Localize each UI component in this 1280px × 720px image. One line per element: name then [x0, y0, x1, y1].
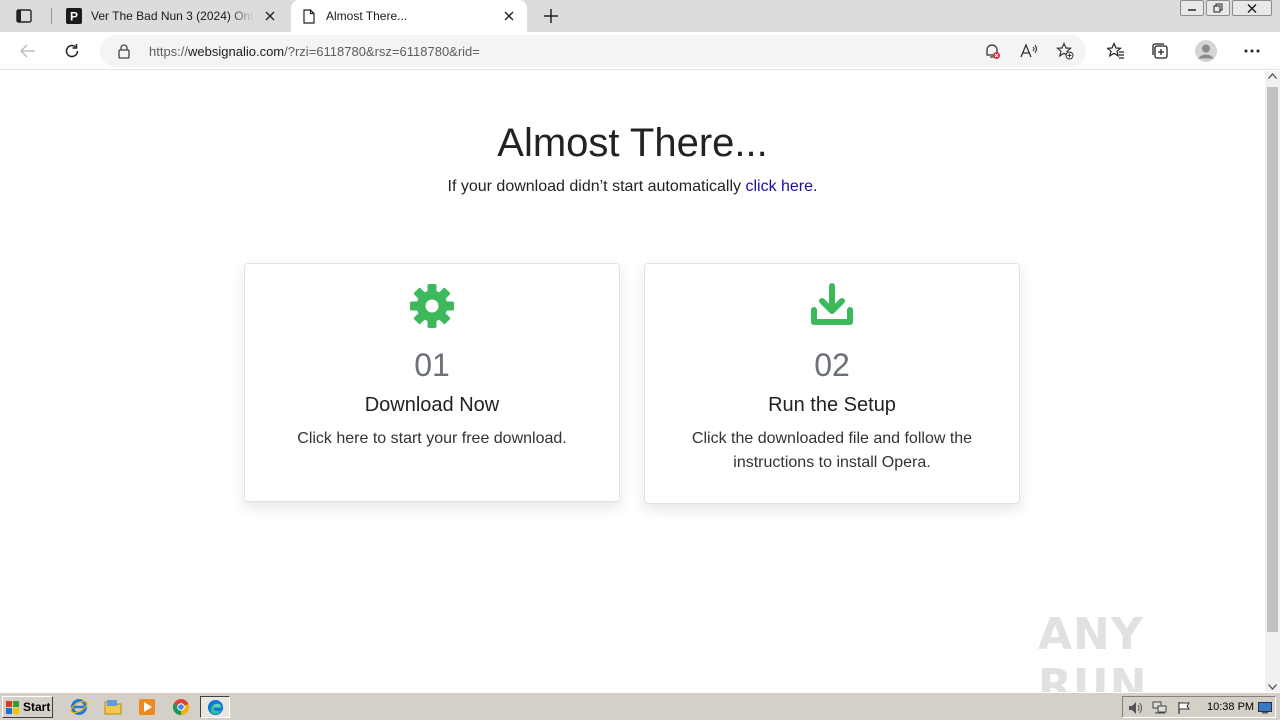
- network-button[interactable]: [1152, 700, 1168, 716]
- favorites-icon: [1107, 42, 1124, 59]
- plus-icon: [544, 9, 558, 23]
- step-title: Run the Setup: [768, 394, 896, 416]
- tab-title: Almost There...: [326, 9, 408, 23]
- read-aloud-icon: [1020, 43, 1038, 58]
- browser-toolbar: https://websignalio.com/?rzi=6118780&rsz…: [0, 32, 1280, 70]
- step-title: Download Now: [364, 394, 500, 416]
- system-tray: 10:38 PM: [1122, 696, 1276, 718]
- chrome-icon: [172, 699, 190, 716]
- minimize-button[interactable]: [1180, 0, 1204, 16]
- folder-icon: [104, 700, 122, 715]
- ie-launch-button[interactable]: [69, 697, 89, 717]
- lock-icon[interactable]: [116, 43, 132, 59]
- tab-strip: P Ver The Bad Nun 3 (2024) Online Almost…: [0, 0, 1280, 32]
- start-button[interactable]: Start: [2, 696, 53, 718]
- star-add-icon: [1056, 42, 1074, 60]
- tab-title: Ver The Bad Nun 3 (2024) Online: [91, 9, 254, 23]
- fallback-text-label: If your download didn’t start automatica…: [447, 178, 746, 195]
- back-button[interactable]: [14, 37, 42, 65]
- download-icon: [645, 282, 1019, 330]
- action-center-button[interactable]: [1176, 700, 1192, 716]
- scroll-up-arrow-icon[interactable]: [1268, 73, 1277, 79]
- flag-icon: [1178, 702, 1190, 714]
- step-number: 02: [814, 347, 850, 383]
- scrollbar-thumb[interactable]: [1267, 87, 1278, 632]
- avatar-icon: [1195, 40, 1217, 62]
- clock[interactable]: 10:38 PM: [1207, 701, 1254, 713]
- favorites-button[interactable]: [1102, 37, 1130, 65]
- vertical-scrollbar[interactable]: [1265, 71, 1280, 692]
- watermark-logo: ANY RUN: [1038, 609, 1148, 692]
- tab-favicon-p-icon: P: [66, 8, 82, 24]
- close-icon: [1247, 3, 1257, 13]
- run-setup-card[interactable]: 02 Run the Setup Click the downloaded fi…: [644, 263, 1020, 504]
- tab-inactive[interactable]: P Ver The Bad Nun 3 (2024) Online: [56, 0, 288, 32]
- new-tab-button[interactable]: [538, 4, 564, 28]
- back-arrow-icon: [20, 44, 35, 58]
- tab-active[interactable]: Almost There...: [291, 0, 527, 32]
- bell-blocked-icon: [986, 44, 1000, 59]
- page-favicon-icon: [301, 8, 317, 24]
- page-content: Almost There... If your download didn’t …: [0, 71, 1265, 692]
- edge-taskbar-button[interactable]: [200, 696, 230, 718]
- windows-logo-icon: [6, 700, 19, 714]
- tab-separator: [51, 8, 52, 24]
- click-here-link[interactable]: click here.: [745, 178, 817, 195]
- url-text[interactable]: https://websignalio.com/?rzi=6118780&rsz…: [149, 44, 480, 59]
- desktop-icon: [1258, 702, 1272, 714]
- close-icon: [265, 11, 275, 21]
- show-desktop-button[interactable]: [1257, 700, 1273, 716]
- media-player-launch-button[interactable]: [137, 697, 157, 717]
- step-description: Click the downloaded file and follow the…: [691, 430, 973, 471]
- gear-icon: [245, 282, 619, 330]
- restore-button[interactable]: [1206, 0, 1230, 16]
- window-controls: [1180, 0, 1272, 18]
- collections-icon: [1152, 43, 1168, 59]
- fallback-text: If your download didn’t start automatica…: [0, 178, 1265, 196]
- page-heading: Almost There...: [497, 121, 768, 165]
- minimize-icon: [1188, 9, 1196, 11]
- start-label: Start: [23, 700, 51, 714]
- read-aloud-button[interactable]: [1019, 41, 1039, 61]
- svg-text:P: P: [70, 10, 78, 24]
- settings-menu-button[interactable]: [1238, 37, 1266, 65]
- tab-close-button[interactable]: [499, 6, 519, 26]
- network-icon: [1152, 701, 1167, 714]
- tab-actions-icon: [16, 9, 32, 23]
- address-bar[interactable]: https://websignalio.com/?rzi=6118780&rsz…: [100, 35, 1086, 67]
- chrome-launch-button[interactable]: [171, 697, 191, 717]
- speaker-icon: [1129, 702, 1142, 714]
- step-description: Click here to start your free download.: [297, 430, 567, 447]
- restore-icon: [1213, 3, 1223, 13]
- media-player-icon: [139, 699, 155, 715]
- collections-button[interactable]: [1146, 37, 1174, 65]
- step-number: 01: [414, 347, 450, 383]
- tab-actions-button[interactable]: [8, 4, 40, 28]
- tab-close-button[interactable]: [260, 6, 280, 26]
- window-close-button[interactable]: [1232, 0, 1272, 16]
- more-dots-icon: [1244, 49, 1260, 53]
- refresh-button[interactable]: [58, 37, 86, 65]
- close-icon: [504, 11, 514, 21]
- download-now-card[interactable]: 01 Download Now Click here to start your…: [244, 263, 620, 502]
- taskbar: Start 10:38 PM: [0, 692, 1280, 720]
- notification-blocked-button[interactable]: [982, 41, 1002, 61]
- add-favorite-button[interactable]: [1055, 41, 1075, 61]
- refresh-icon: [65, 44, 79, 58]
- edge-icon: [207, 699, 224, 716]
- explorer-launch-button[interactable]: [103, 697, 123, 717]
- volume-button[interactable]: [1128, 700, 1144, 716]
- scroll-down-arrow-icon[interactable]: [1268, 684, 1277, 690]
- internet-explorer-icon: [70, 699, 88, 715]
- profile-button[interactable]: [1192, 37, 1220, 65]
